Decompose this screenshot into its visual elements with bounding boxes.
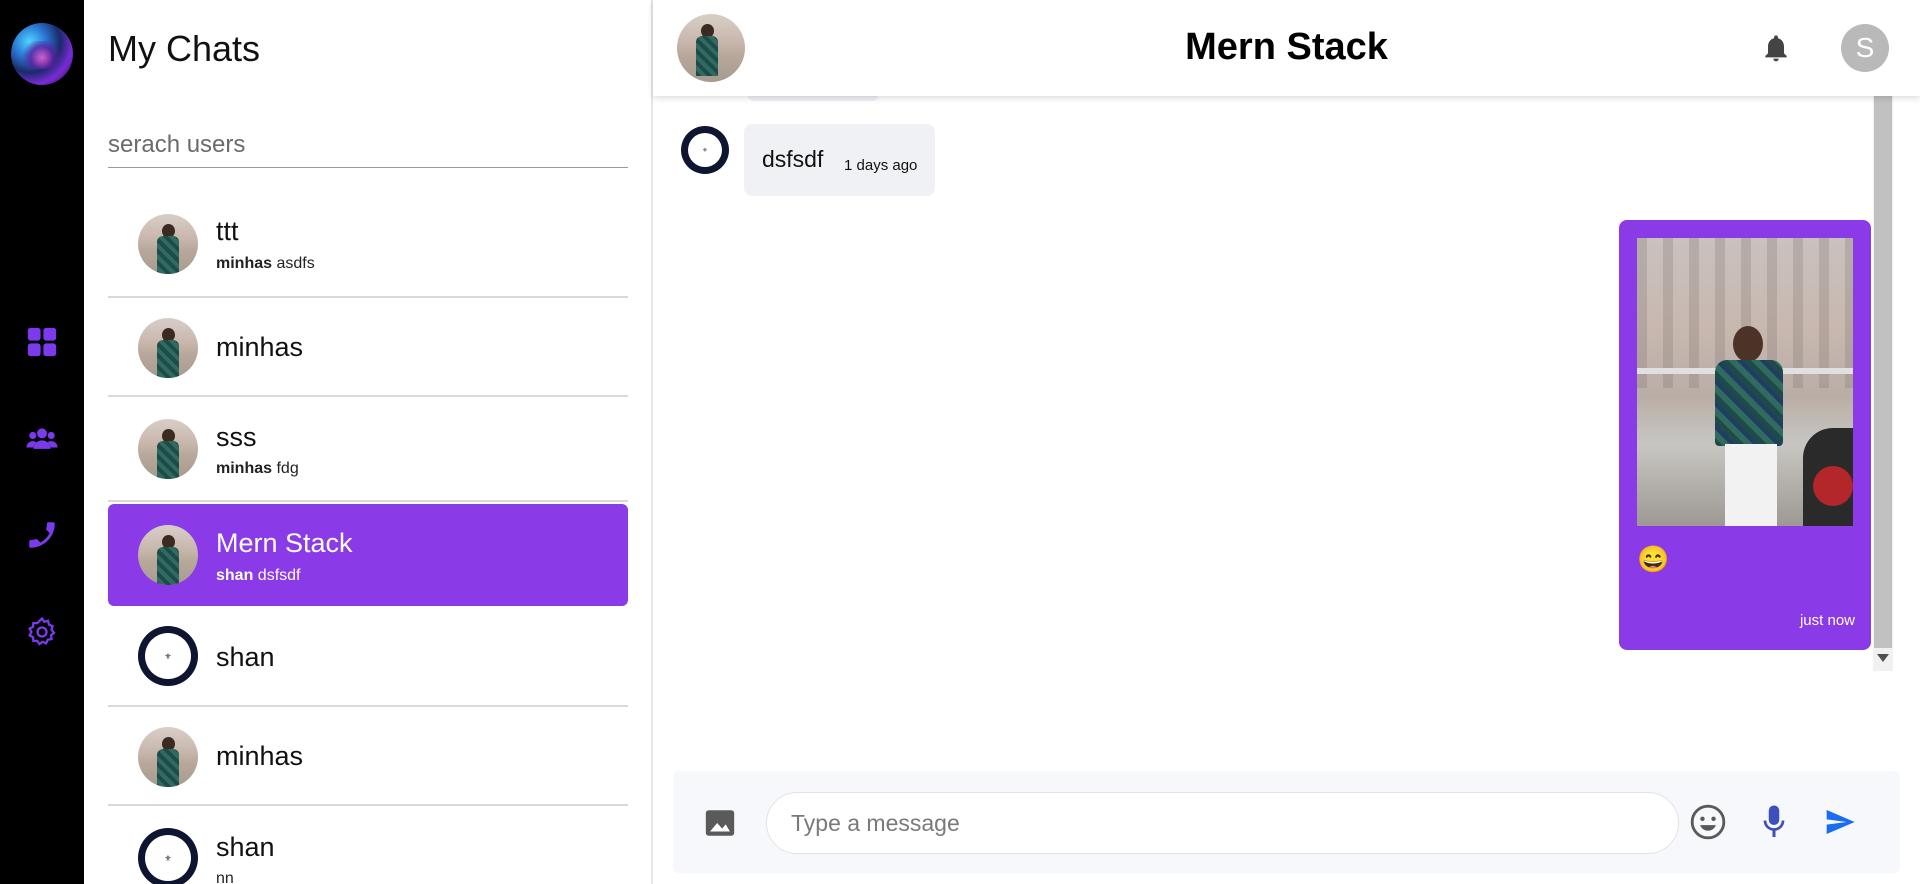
scroll-down-arrow-icon[interactable] bbox=[1877, 654, 1889, 662]
chat-name: minhas bbox=[216, 332, 304, 362]
avatar bbox=[138, 214, 198, 274]
chat-name: Mern Stack bbox=[216, 528, 353, 558]
search-users-input[interactable] bbox=[108, 122, 628, 168]
settings-icon[interactable] bbox=[22, 612, 62, 652]
chat-last-message: minhas fdg bbox=[216, 460, 299, 477]
send-icon[interactable] bbox=[1823, 806, 1857, 838]
chat-name: shan bbox=[216, 642, 275, 672]
chat-item-mern-stack[interactable]: Mern Stack shan dsfsdf bbox=[108, 504, 628, 606]
chat-list-panel: My Chats ttt minhas asdfs minhas sss min… bbox=[84, 0, 653, 884]
outgoing-message: 😄 just now bbox=[1619, 220, 1871, 650]
message-list[interactable]: ⚜ dsfsdf 1 days ago 😄 just now bbox=[653, 96, 1920, 676]
message-composer bbox=[673, 771, 1900, 873]
message-time: just now bbox=[1799, 612, 1855, 629]
message-emoji: 😄 bbox=[1637, 544, 1670, 574]
previous-message-edge bbox=[748, 96, 878, 101]
avatar bbox=[138, 318, 198, 378]
groups-icon[interactable] bbox=[22, 419, 62, 459]
message-input[interactable] bbox=[766, 792, 1679, 854]
conversation-panel: Mern Stack S ⚜ dsfsdf 1 days ago 😄 just … bbox=[653, 0, 1920, 884]
chat-list-title: My Chats bbox=[108, 28, 261, 69]
conversation-title: Mern Stack bbox=[1185, 26, 1388, 68]
avatar bbox=[138, 525, 198, 585]
chat-item-sss[interactable]: sss minhas fdg bbox=[108, 397, 628, 502]
user-avatar[interactable]: S bbox=[1841, 24, 1889, 72]
conversation-header: Mern Stack S bbox=[653, 0, 1920, 96]
chat-name: minhas bbox=[216, 741, 304, 771]
chat-item-shan[interactable]: ⚜ shan bbox=[108, 608, 628, 707]
app-logo[interactable] bbox=[11, 23, 73, 85]
chat-item-minhas-2[interactable]: minhas bbox=[108, 707, 628, 806]
chat-last-message: nn bbox=[216, 870, 234, 884]
app-rail bbox=[0, 0, 84, 884]
scrollbar-thumb[interactable] bbox=[1874, 96, 1892, 648]
avatar bbox=[138, 419, 198, 479]
avatar: ⚜ bbox=[138, 626, 198, 686]
chat-last-message: shan dsfsdf bbox=[216, 567, 301, 584]
chat-name: ttt bbox=[216, 216, 239, 246]
avatar bbox=[138, 727, 198, 787]
phone-icon[interactable] bbox=[22, 515, 62, 555]
bell-icon[interactable] bbox=[1760, 30, 1792, 66]
chat-last-message: minhas asdfs bbox=[216, 255, 315, 272]
incoming-message: dsfsdf 1 days ago bbox=[744, 124, 935, 196]
sender-avatar: ⚜ bbox=[681, 126, 729, 174]
message-image[interactable] bbox=[1637, 238, 1853, 526]
chat-name: sss bbox=[216, 422, 257, 452]
microphone-icon[interactable] bbox=[1761, 804, 1787, 840]
message-time: 1 days ago bbox=[844, 157, 918, 174]
image-attach-icon[interactable] bbox=[703, 806, 737, 840]
avatar: ⚜ bbox=[138, 828, 198, 884]
chat-name: shan bbox=[216, 832, 275, 862]
emoji-picker-icon[interactable] bbox=[1689, 803, 1727, 841]
chat-item-ttt[interactable]: ttt minhas asdfs bbox=[108, 200, 628, 298]
dashboard-icon[interactable] bbox=[22, 322, 62, 362]
chat-item-minhas[interactable]: minhas bbox=[108, 298, 628, 397]
chat-item-shan-2[interactable]: ⚜ shan nn bbox=[108, 806, 628, 884]
message-text: dsfsdf bbox=[762, 146, 824, 172]
